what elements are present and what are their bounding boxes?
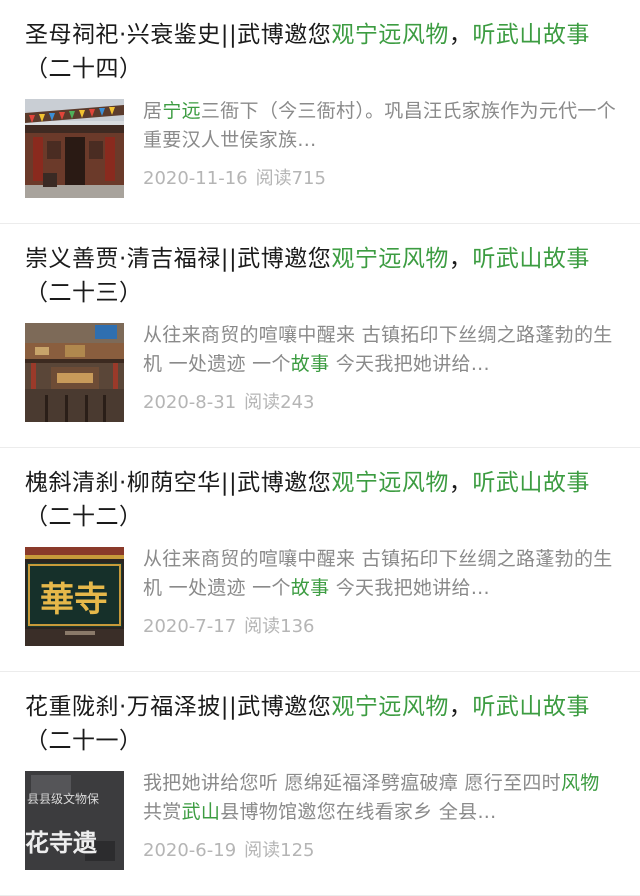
article-item[interactable]: 花重陇刹·万福泽披||武博邀您观宁远风物，听武山故事 （二十一） 县县级文物保 花…: [0, 672, 640, 896]
article-title[interactable]: 圣母祠祀·兴衰鉴史||武博邀您观宁远风物，听武山故事 （二十四）: [25, 18, 615, 86]
title-highlight: 观宁远风物: [331, 470, 449, 496]
summary-highlight: 武山: [181, 801, 221, 823]
summary-text: 县博物馆邀您在线看家乡 全县...: [220, 801, 497, 823]
summary-text: 居: [143, 100, 163, 122]
title-highlight: 听武山故事: [472, 694, 590, 720]
summary-text: 三衙下（今三衙村）。巩昌汪氏家族作为元代一个重要汉人世侯家族...: [143, 100, 617, 151]
title-highlight: 观宁远风物: [331, 22, 449, 48]
title-highlight: 观宁远风物: [331, 694, 449, 720]
summary-highlight: 风物: [560, 772, 600, 794]
gold-plaque-image: 華寺: [25, 547, 124, 646]
title-highlight: 听武山故事: [472, 22, 590, 48]
title-text: ，: [448, 246, 473, 272]
article-summary: 居宁远三衙下（今三衙村）。巩昌汪氏家族作为元代一个重要汉人世侯家族...: [143, 97, 618, 155]
article-meta: 2020-11-16 阅读715: [143, 167, 326, 191]
title-highlight: 观宁远风物: [331, 246, 449, 272]
summary-text: 我把她讲给您听 愿绵延福泽劈瘟破瘴 愿行至四时: [143, 772, 561, 794]
title-text: （二十一）: [25, 728, 143, 754]
carved-hall-image: [25, 323, 124, 422]
article-summary: 从往来商贸的喧嚷中醒来 古镇拓印下丝绸之路蓬勃的生机 一处遗迹 一个故事 今天我…: [143, 321, 618, 379]
article-meta: 2020-8-31 阅读243: [143, 391, 315, 415]
stele-inscription-top: 县县级文物保: [27, 791, 99, 806]
title-highlight: 听武山故事: [472, 246, 590, 272]
summary-highlight: 故事: [290, 353, 330, 375]
read-count: 阅读715: [255, 168, 326, 189]
publish-date: 2020-11-16: [143, 168, 248, 189]
article-title[interactable]: 崇义善贾·清吉福禄||武博邀您观宁远风物，听武山故事 （二十三）: [25, 242, 615, 310]
title-highlight: 听武山故事: [472, 470, 590, 496]
title-text: ，: [448, 694, 473, 720]
summary-text: 今天我把她讲给...: [329, 353, 490, 375]
stone-stele-image: 县县级文物保 花寺遗: [25, 771, 124, 870]
article-item[interactable]: 圣母祠祀·兴衰鉴史||武博邀您观宁远风物，听武山故事 （二十四） 居宁远三衙下（今…: [0, 0, 640, 224]
title-text: 崇义善贾·清吉福禄||武博邀您: [25, 246, 332, 272]
plaque-calligraphy: 華寺: [40, 580, 108, 620]
publish-date: 2020-8-31: [143, 392, 237, 413]
publish-date: 2020-6-19: [143, 840, 237, 861]
title-text: 花重陇刹·万福泽披||武博邀您: [25, 694, 332, 720]
stele-inscription-bottom: 花寺遗: [25, 828, 97, 857]
article-summary: 我把她讲给您听 愿绵延福泽劈瘟破瘴 愿行至四时风物共赏武山县博物馆邀您在线看家乡…: [143, 769, 618, 827]
temple-gate-image: [25, 99, 124, 198]
article-meta: 2020-7-17 阅读136: [143, 615, 315, 639]
article-summary: 从往来商贸的喧嚷中醒来 古镇拓印下丝绸之路蓬勃的生机 一处遗迹 一个故事 今天我…: [143, 545, 618, 603]
summary-highlight: 故事: [290, 577, 330, 599]
read-count: 阅读136: [244, 616, 315, 637]
title-text: 槐斜清刹·柳荫空华||武博邀您: [25, 470, 332, 496]
article-list: 圣母祠祀·兴衰鉴史||武博邀您观宁远风物，听武山故事（二十四） 居宁远三衙下（今…: [0, 0, 640, 896]
summary-text: 今天我把她讲给...: [329, 577, 490, 599]
article-thumbnail[interactable]: [25, 323, 124, 422]
article-title[interactable]: 花重陇刹·万福泽披||武博邀您观宁远风物，听武山故事 （二十一）: [25, 690, 615, 758]
article-thumbnail[interactable]: 華寺: [25, 547, 124, 646]
title-text: （二十三）: [25, 280, 143, 306]
summary-highlight: 宁远: [162, 100, 201, 122]
title-text: ，: [448, 22, 473, 48]
article-thumbnail[interactable]: 县县级文物保 花寺遗: [25, 771, 124, 870]
read-count: 阅读125: [244, 840, 315, 861]
title-text: 圣母祠祀·兴衰鉴史||武博邀您: [25, 22, 332, 48]
article-item[interactable]: 崇义善贾·清吉福禄||武博邀您观宁远风物，听武山故事 （二十三） 从往来商贸的喧嚷…: [0, 224, 640, 448]
article-item[interactable]: 槐斜清刹·柳荫空华||武博邀您观宁远风物，听武山故事 （二十二） 華寺 从往来商贸…: [0, 448, 640, 672]
title-text: （二十二）: [25, 504, 143, 530]
article-title[interactable]: 槐斜清刹·柳荫空华||武博邀您观宁远风物，听武山故事 （二十二）: [25, 466, 615, 534]
read-count: 阅读243: [244, 392, 315, 413]
article-thumbnail[interactable]: [25, 99, 124, 198]
title-text: ，: [448, 470, 473, 496]
title-text: （二十四）: [25, 56, 143, 82]
summary-text: 共赏: [143, 801, 182, 823]
article-meta: 2020-6-19 阅读125: [143, 839, 315, 863]
publish-date: 2020-7-17: [143, 616, 237, 637]
